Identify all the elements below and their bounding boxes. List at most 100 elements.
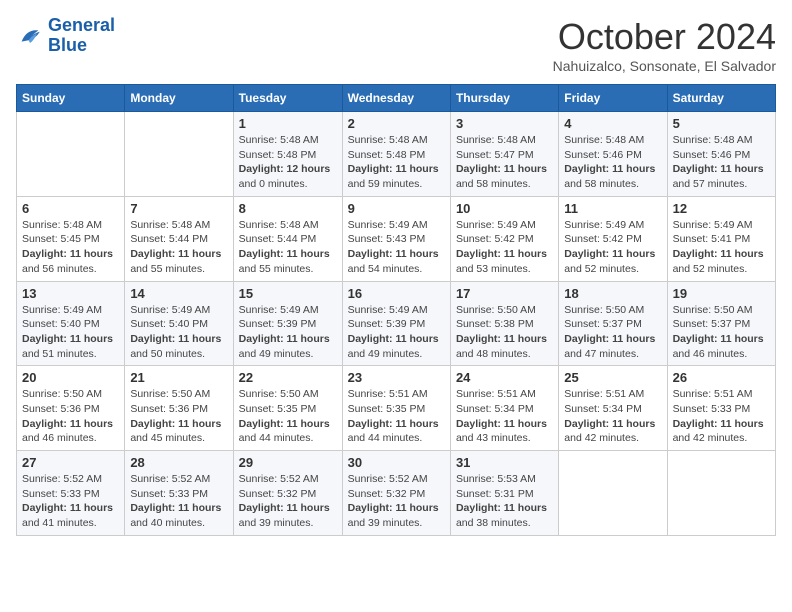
cell-content: Sunrise: 5:53 AMSunset: 5:31 PMDaylight:… [456, 472, 553, 531]
calendar-cell: 7 Sunrise: 5:48 AMSunset: 5:44 PMDaylight… [125, 196, 233, 281]
day-number: 11 [564, 201, 661, 216]
cell-content: Sunrise: 5:52 AMSunset: 5:32 PMDaylight:… [239, 472, 337, 531]
calendar-cell: 1 Sunrise: 5:48 AMSunset: 5:48 PMDaylight… [233, 112, 342, 197]
calendar-cell: 12 Sunrise: 5:49 AMSunset: 5:41 PMDayligh… [667, 196, 775, 281]
calendar-cell: 8Sunrise: 5:48 AMSunset: 5:44 PMDaylight… [233, 196, 342, 281]
cell-content: Sunrise: 5:49 AMSunset: 5:40 PMDaylight:… [130, 303, 227, 362]
cell-content: Sunrise: 5:48 AMSunset: 5:46 PMDaylight:… [673, 133, 770, 192]
calendar-cell: 30 Sunrise: 5:52 AMSunset: 5:32 PMDayligh… [342, 451, 450, 536]
cell-content: Sunrise: 5:52 AMSunset: 5:32 PMDaylight:… [348, 472, 445, 531]
day-number: 26 [673, 370, 770, 385]
calendar-cell: 11 Sunrise: 5:49 AMSunset: 5:42 PMDayligh… [559, 196, 667, 281]
calendar-cell: 25Sunrise: 5:51 AMSunset: 5:34 PMDayligh… [559, 366, 667, 451]
calendar-header: SundayMondayTuesdayWednesdayThursdayFrid… [17, 85, 776, 112]
day-number: 2 [348, 116, 445, 131]
calendar-cell: 22 Sunrise: 5:50 AMSunset: 5:35 PMDayligh… [233, 366, 342, 451]
calendar-body: 1 Sunrise: 5:48 AMSunset: 5:48 PMDaylight… [17, 112, 776, 536]
week-row-5: 27 Sunrise: 5:52 AMSunset: 5:33 PMDayligh… [17, 451, 776, 536]
cell-content: Sunrise: 5:50 AMSunset: 5:37 PMDaylight:… [564, 303, 661, 362]
day-number: 22 [239, 370, 337, 385]
cell-content: Sunrise: 5:49 AMSunset: 5:39 PMDaylight:… [348, 303, 445, 362]
day-number: 7 [130, 201, 227, 216]
cell-content: Sunrise: 5:48 AMSunset: 5:48 PMDaylight:… [348, 133, 445, 192]
day-number: 9 [348, 201, 445, 216]
cell-content: Sunrise: 5:51 AMSunset: 5:34 PMDaylight:… [456, 387, 553, 446]
cell-content: Sunrise: 5:51 AMSunset: 5:35 PMDaylight:… [348, 387, 445, 446]
day-number: 14 [130, 286, 227, 301]
day-number: 19 [673, 286, 770, 301]
day-number: 27 [22, 455, 119, 470]
logo: General Blue [16, 16, 115, 56]
day-number: 1 [239, 116, 337, 131]
header-day-monday: Monday [125, 85, 233, 112]
cell-content: Sunrise: 5:49 AMSunset: 5:42 PMDaylight:… [456, 218, 553, 277]
calendar-table: SundayMondayTuesdayWednesdayThursdayFrid… [16, 84, 776, 536]
cell-content: Sunrise: 5:49 AMSunset: 5:43 PMDaylight:… [348, 218, 445, 277]
day-number: 12 [673, 201, 770, 216]
cell-content: Sunrise: 5:48 AMSunset: 5:45 PMDaylight:… [22, 218, 119, 277]
page-header: General Blue October 2024 Nahuizalco, So… [16, 16, 776, 74]
cell-content: Sunrise: 5:50 AMSunset: 5:37 PMDaylight:… [673, 303, 770, 362]
week-row-2: 6Sunrise: 5:48 AMSunset: 5:45 PMDaylight… [17, 196, 776, 281]
day-number: 28 [130, 455, 227, 470]
cell-content: Sunrise: 5:48 AMSunset: 5:47 PMDaylight:… [456, 133, 553, 192]
day-number: 4 [564, 116, 661, 131]
week-row-4: 20Sunrise: 5:50 AMSunset: 5:36 PMDayligh… [17, 366, 776, 451]
header-day-saturday: Saturday [667, 85, 775, 112]
calendar-cell: 21 Sunrise: 5:50 AMSunset: 5:36 PMDayligh… [125, 366, 233, 451]
calendar-cell: 4 Sunrise: 5:48 AMSunset: 5:46 PMDaylight… [559, 112, 667, 197]
cell-content: Sunrise: 5:50 AMSunset: 5:36 PMDaylight:… [130, 387, 227, 446]
calendar-cell: 2 Sunrise: 5:48 AMSunset: 5:48 PMDaylight… [342, 112, 450, 197]
cell-content: Sunrise: 5:50 AMSunset: 5:35 PMDaylight:… [239, 387, 337, 446]
logo-line2: Blue [48, 35, 87, 55]
day-number: 18 [564, 286, 661, 301]
calendar-cell: 23Sunrise: 5:51 AMSunset: 5:35 PMDayligh… [342, 366, 450, 451]
calendar-cell: 26 Sunrise: 5:51 AMSunset: 5:33 PMDayligh… [667, 366, 775, 451]
day-number: 8 [239, 201, 337, 216]
location: Nahuizalco, Sonsonate, El Salvador [553, 58, 776, 74]
cell-content: Sunrise: 5:51 AMSunset: 5:33 PMDaylight:… [673, 387, 770, 446]
day-number: 25 [564, 370, 661, 385]
day-number: 13 [22, 286, 119, 301]
header-day-thursday: Thursday [450, 85, 558, 112]
calendar-cell: 3 Sunrise: 5:48 AMSunset: 5:47 PMDaylight… [450, 112, 558, 197]
day-number: 3 [456, 116, 553, 131]
cell-content: Sunrise: 5:50 AMSunset: 5:36 PMDaylight:… [22, 387, 119, 446]
calendar-cell: 18 Sunrise: 5:50 AMSunset: 5:37 PMDayligh… [559, 281, 667, 366]
day-number: 15 [239, 286, 337, 301]
cell-content: Sunrise: 5:48 AMSunset: 5:48 PMDaylight:… [239, 133, 337, 192]
calendar-cell: 10 Sunrise: 5:49 AMSunset: 5:42 PMDayligh… [450, 196, 558, 281]
header-day-wednesday: Wednesday [342, 85, 450, 112]
week-row-3: 13 Sunrise: 5:49 AMSunset: 5:40 PMDayligh… [17, 281, 776, 366]
header-day-tuesday: Tuesday [233, 85, 342, 112]
calendar-cell: 14 Sunrise: 5:49 AMSunset: 5:40 PMDayligh… [125, 281, 233, 366]
cell-content: Sunrise: 5:49 AMSunset: 5:40 PMDaylight:… [22, 303, 119, 362]
calendar-cell [559, 451, 667, 536]
header-day-sunday: Sunday [17, 85, 125, 112]
calendar-cell: 31Sunrise: 5:53 AMSunset: 5:31 PMDayligh… [450, 451, 558, 536]
title-block: October 2024 Nahuizalco, Sonsonate, El S… [553, 16, 776, 74]
calendar-cell: 16Sunrise: 5:49 AMSunset: 5:39 PMDayligh… [342, 281, 450, 366]
calendar-cell: 20Sunrise: 5:50 AMSunset: 5:36 PMDayligh… [17, 366, 125, 451]
calendar-cell [125, 112, 233, 197]
day-number: 10 [456, 201, 553, 216]
cell-content: Sunrise: 5:49 AMSunset: 5:42 PMDaylight:… [564, 218, 661, 277]
month-title: October 2024 [553, 16, 776, 58]
cell-content: Sunrise: 5:49 AMSunset: 5:41 PMDaylight:… [673, 218, 770, 277]
logo-icon [16, 22, 44, 50]
cell-content: Sunrise: 5:52 AMSunset: 5:33 PMDaylight:… [130, 472, 227, 531]
day-number: 17 [456, 286, 553, 301]
calendar-cell: 27 Sunrise: 5:52 AMSunset: 5:33 PMDayligh… [17, 451, 125, 536]
calendar-cell [667, 451, 775, 536]
cell-content: Sunrise: 5:48 AMSunset: 5:46 PMDaylight:… [564, 133, 661, 192]
day-number: 24 [456, 370, 553, 385]
cell-content: Sunrise: 5:52 AMSunset: 5:33 PMDaylight:… [22, 472, 119, 531]
day-number: 29 [239, 455, 337, 470]
calendar-cell: 5Sunrise: 5:48 AMSunset: 5:46 PMDaylight… [667, 112, 775, 197]
header-day-friday: Friday [559, 85, 667, 112]
cell-content: Sunrise: 5:48 AMSunset: 5:44 PMDaylight:… [130, 218, 227, 277]
calendar-cell: 9 Sunrise: 5:49 AMSunset: 5:43 PMDaylight… [342, 196, 450, 281]
day-number: 30 [348, 455, 445, 470]
day-number: 21 [130, 370, 227, 385]
logo-line1: General [48, 15, 115, 35]
